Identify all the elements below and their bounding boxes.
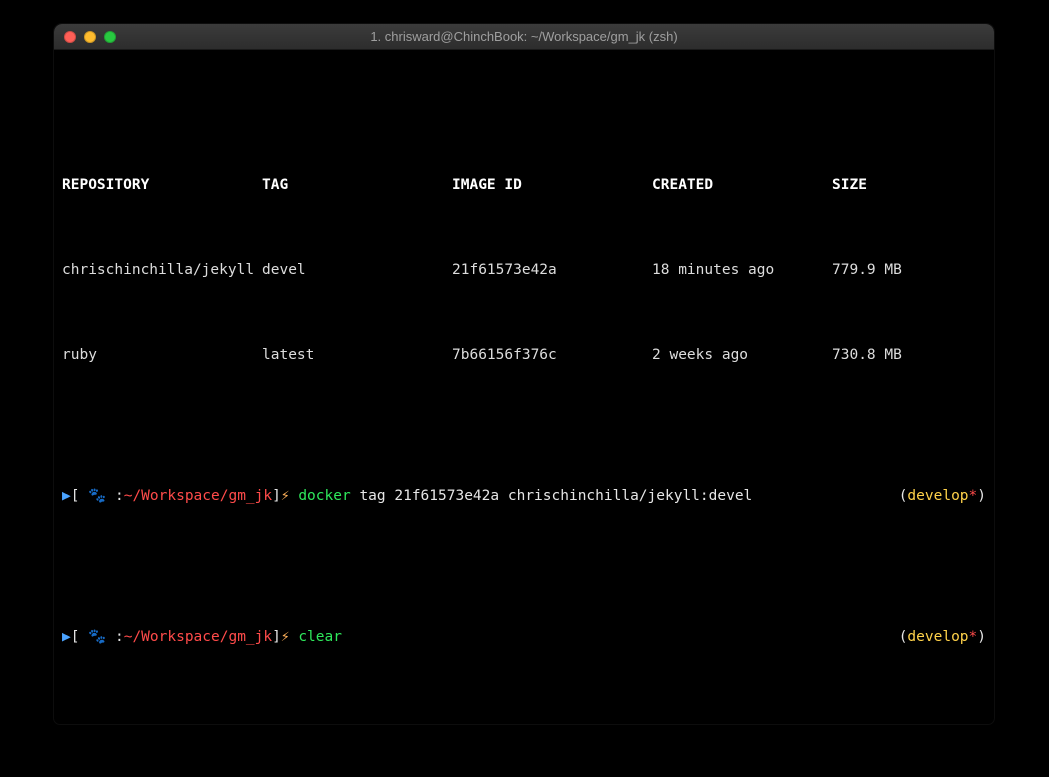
prompt-line: ▶[ 🐾 :~/Workspace/gm_jk]⚡ clear (develop… — [62, 623, 986, 651]
cmd-args: tag 21f61573e42a chrischinchilla/jekyll:… — [351, 488, 753, 504]
close-icon[interactable] — [64, 31, 76, 43]
cell-image: 21f61573e42a — [452, 256, 652, 284]
prompt-line: ▶[ 🐾 :~/Workspace/gm_jk]⚡ docker tag 21f… — [62, 482, 986, 510]
image-row: ruby latest 7b66156f376c 2 weeks ago 730… — [62, 341, 986, 369]
minimize-icon[interactable] — [84, 31, 96, 43]
col-created: CREATED — [652, 171, 832, 199]
lightning-icon: ⚡ — [281, 629, 290, 645]
cmd-bin: clear — [298, 629, 342, 645]
branch-close: ) — [977, 488, 986, 504]
cell-tag: devel — [262, 256, 452, 284]
cell-created: 2 weeks ago — [652, 341, 832, 369]
prompt-left: ▶[ 🐾 :~/Workspace/gm_jk]⚡ docker tag 21f… — [62, 482, 899, 510]
cell-size: 779.9 MB — [832, 256, 986, 284]
col-image-id: IMAGE ID — [452, 171, 652, 199]
prompt-left: ▶[ 🐾 :~/Workspace/gm_jk]⚡ clear — [62, 623, 899, 651]
branch-dirty-icon: * — [969, 629, 978, 645]
window-controls — [54, 31, 116, 43]
branch-indicator: (develop*) — [899, 623, 986, 651]
titlebar: 1. chrisward@ChinchBook: ~/Workspace/gm_… — [54, 24, 994, 50]
paw-icon: 🐾 — [79, 629, 115, 645]
images-header: REPOSITORY TAG IMAGE ID CREATED SIZE — [62, 171, 986, 199]
cell-repo: chrischinchilla/jekyll — [62, 256, 262, 284]
prompt-colon: : — [115, 488, 124, 504]
branch-name: develop — [907, 629, 968, 645]
cell-created: 18 minutes ago — [652, 256, 832, 284]
prompt-path: ~/Workspace/gm_jk — [124, 488, 272, 504]
image-row: chrischinchilla/jekyll devel 21f61573e42… — [62, 256, 986, 284]
cell-tag: latest — [262, 341, 452, 369]
prompt-colon: : — [115, 629, 124, 645]
col-repository: REPOSITORY — [62, 171, 262, 199]
lightning-icon: ⚡ — [281, 488, 290, 504]
branch-dirty-icon: * — [969, 488, 978, 504]
prompt-rbrack: ] — [272, 629, 281, 645]
col-size: SIZE — [832, 171, 986, 199]
window-title: 1. chrisward@ChinchBook: ~/Workspace/gm_… — [54, 29, 994, 44]
zoom-icon[interactable] — [104, 31, 116, 43]
branch-name: develop — [907, 488, 968, 504]
terminal-window: 1. chrisward@ChinchBook: ~/Workspace/gm_… — [54, 24, 994, 724]
prompt-arrow-icon: ▶ — [62, 629, 71, 645]
paw-icon: 🐾 — [79, 488, 115, 504]
cell-image: 7b66156f376c — [452, 341, 652, 369]
prompt-path: ~/Workspace/gm_jk — [124, 629, 272, 645]
prompt-rbrack: ] — [272, 488, 281, 504]
cmd-bin: docker — [298, 488, 350, 504]
prompt-arrow-icon: ▶ — [62, 488, 71, 504]
branch-indicator: (develop*) — [899, 482, 986, 510]
branch-close: ) — [977, 629, 986, 645]
cell-repo: ruby — [62, 341, 262, 369]
col-tag: TAG — [262, 171, 452, 199]
cell-size: 730.8 MB — [832, 341, 986, 369]
terminal-body[interactable]: REPOSITORY TAG IMAGE ID CREATED SIZE chr… — [54, 50, 994, 724]
